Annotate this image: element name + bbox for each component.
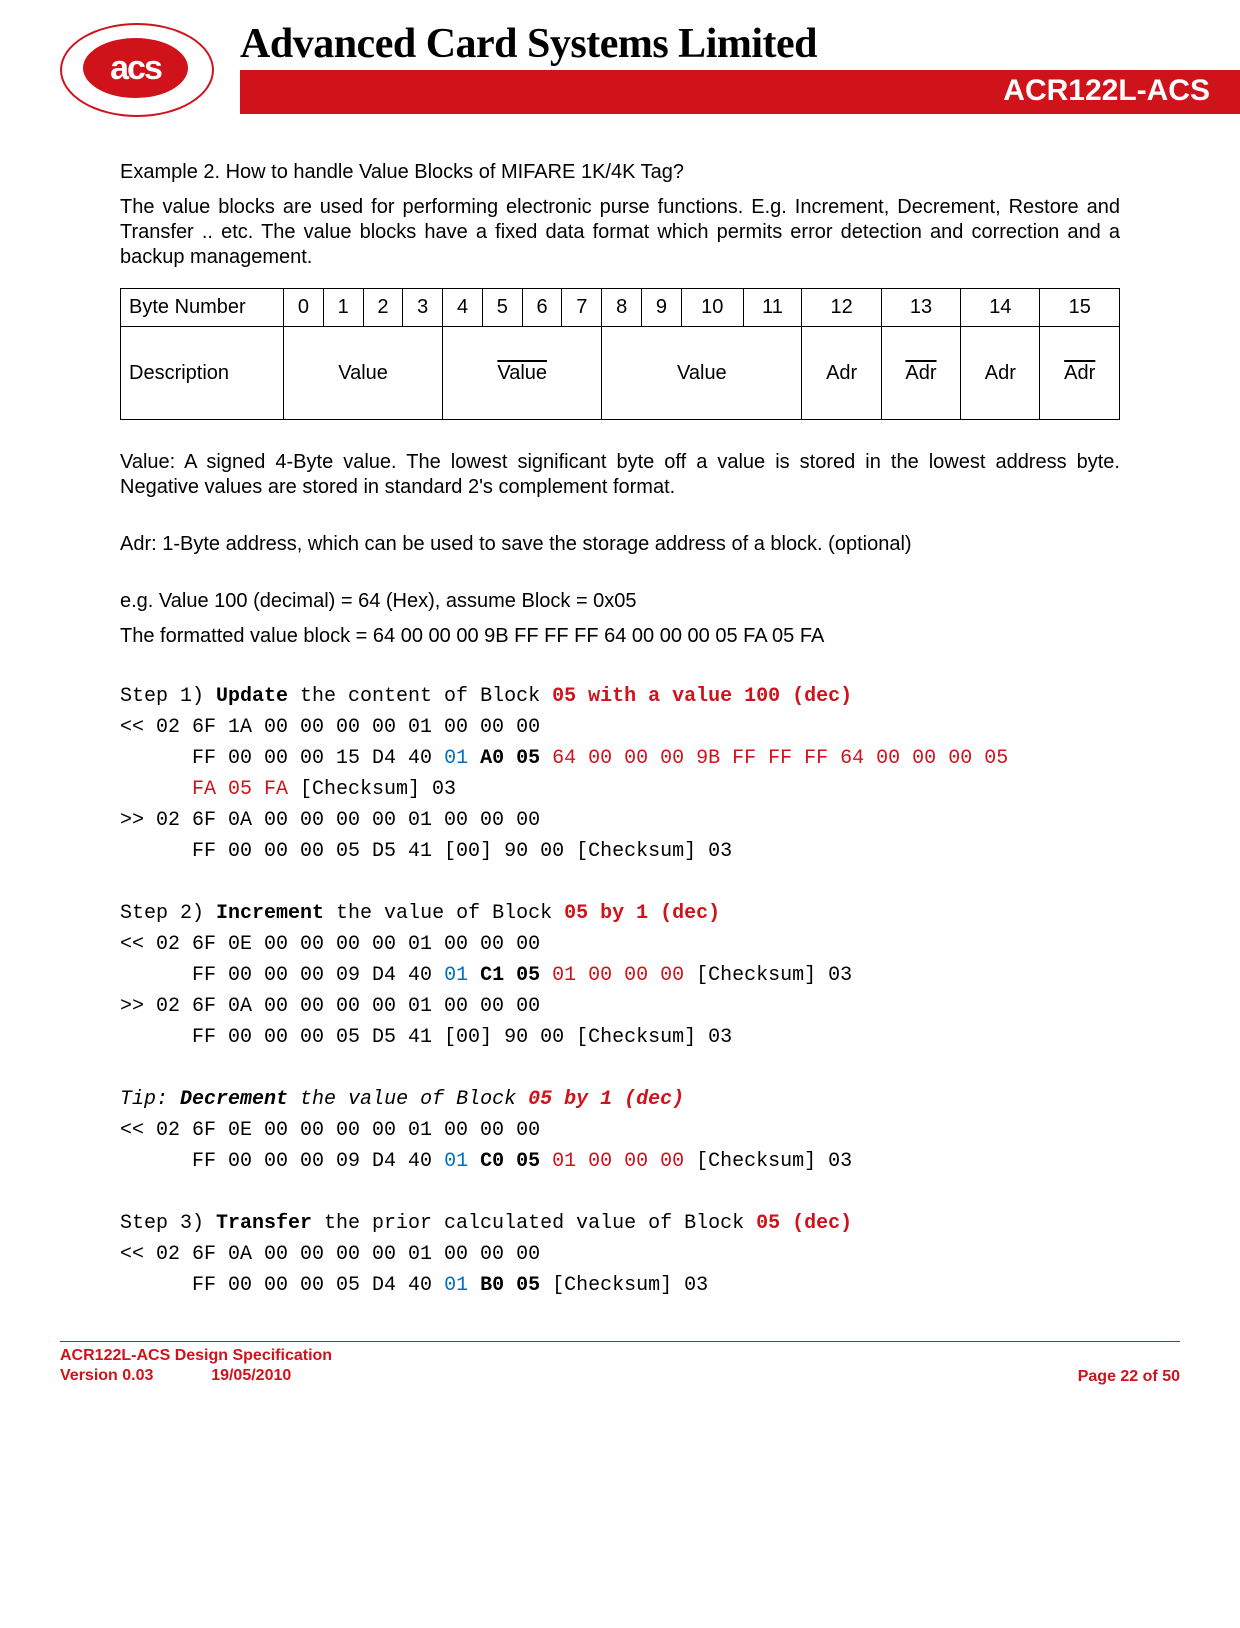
byte-number-label: Byte Number: [121, 289, 284, 327]
logo-text: acs: [83, 38, 188, 98]
value-cell: Value: [284, 327, 443, 420]
intro-paragraph: The value blocks are used for performing…: [120, 195, 1120, 270]
example-title: Example 2. How to handle Value Blocks of…: [120, 160, 1120, 185]
value-cell: Value: [602, 327, 802, 420]
adr-inverted-cell: Adr: [881, 327, 960, 420]
value-inverted-cell: Value: [443, 327, 602, 420]
adr-cell: Adr: [961, 327, 1040, 420]
adr-inverted-cell: Adr: [1040, 327, 1120, 420]
step-1-block: Step 1) Update the content of Block 05 w…: [120, 681, 1120, 1301]
footer-spec-title: ACR122L-ACS Design Specification: [60, 1346, 332, 1366]
adr-explanation: Adr: 1-Byte address, which can be used t…: [120, 532, 1120, 557]
example-value: e.g. Value 100 (decimal) = 64 (Hex), ass…: [120, 589, 1120, 614]
value-explanation: Value: A signed 4-Byte value. The lowest…: [120, 450, 1120, 500]
description-label: Description: [121, 327, 284, 420]
byte-layout-table: Byte Number 0 1 2 3 4 5 6 7 8 9 10 11 12…: [120, 288, 1120, 420]
acs-logo: acs: [60, 20, 220, 120]
table-description-row: Description Value Value Value Adr Adr Ad…: [121, 327, 1120, 420]
document-body: Example 2. How to handle Value Blocks of…: [60, 120, 1180, 1311]
adr-cell: Adr: [802, 327, 881, 420]
document-footer: ACR122L-ACS Design Specification Version…: [0, 1342, 1240, 1396]
formatted-block: The formatted value block = 64 00 00 00 …: [120, 624, 1120, 649]
product-bar: ACR122L-ACS: [240, 70, 1240, 114]
company-name: Advanced Card Systems Limited: [240, 20, 1180, 68]
page-number: Page 22 of 50: [1078, 1368, 1180, 1386]
footer-version-line: Version 0.03 19/05/2010: [60, 1366, 332, 1386]
table-header-row: Byte Number 0 1 2 3 4 5 6 7 8 9 10 11 12…: [121, 289, 1120, 327]
document-header: acs Advanced Card Systems Limited ACR122…: [60, 20, 1180, 120]
